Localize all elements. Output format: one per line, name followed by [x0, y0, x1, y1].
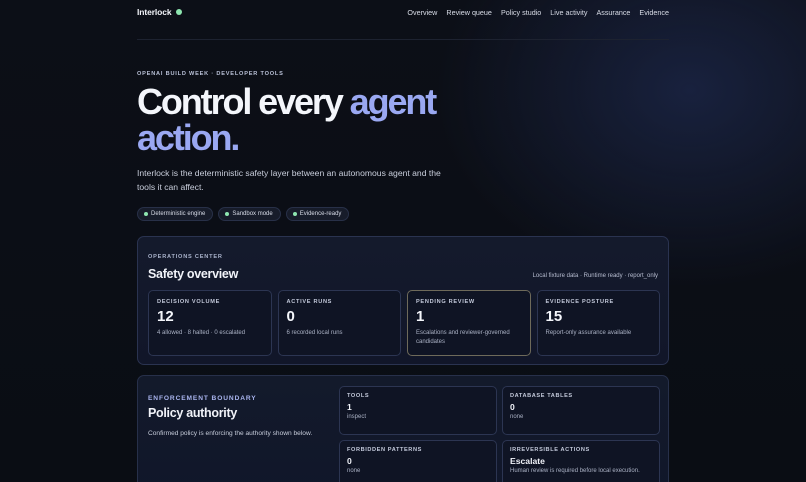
cell-sub: none	[510, 414, 524, 420]
policy-cell-irreversible-actions[interactable]: IRREVERSIBLE ACTIONS Escalate Human revi…	[502, 440, 660, 482]
nav-links: Overview Review queue Policy studio Live…	[398, 8, 669, 17]
stat-card-decision-volume[interactable]: DECISION VOLUME 12 4 allowed · 8 halted …	[148, 290, 272, 356]
hero-eyebrow: OPENAI BUILD WEEK · DEVELOPER TOOLS	[137, 71, 284, 77]
nav-item-live-activity[interactable]: Live activity	[550, 8, 587, 17]
policy-title: Policy authority	[148, 406, 237, 420]
hero-title-accent: agent	[349, 81, 438, 122]
cell-sub: inspect	[347, 414, 367, 420]
brand-name: Interlock	[137, 7, 172, 17]
brand-logo[interactable]: Interlock	[137, 7, 182, 17]
stats-row: DECISION VOLUME 12 4 allowed · 8 halted …	[148, 290, 660, 356]
stat-card-active-runs[interactable]: ACTIVE RUNS 0 6 recorded local runs	[277, 290, 401, 356]
stat-sub: Report-only assurance available	[545, 330, 632, 336]
stat-sub: 4 allowed · 8 halted · 0 escalated	[157, 330, 246, 336]
status-dot-icon	[292, 212, 297, 216]
operations-title: Safety overview	[148, 267, 238, 281]
cell-label: DATABASE TABLES	[510, 393, 573, 399]
stat-value: 12	[157, 308, 174, 325]
stat-value: 1	[416, 308, 425, 325]
policy-cell-forbidden-patterns[interactable]: FORBIDDEN PATTERNS 0 none	[339, 440, 497, 482]
cell-label: TOOLS	[347, 393, 370, 399]
policy-cell-database-tables[interactable]: DATABASE TABLES 0 none	[502, 386, 660, 435]
policy-cell-tools[interactable]: TOOLS 1 inspect	[339, 386, 497, 435]
top-nav: Interlock Overview Review queue Policy s…	[137, 0, 669, 40]
pill-label: Evidence-ready	[299, 211, 342, 217]
stat-label: EVIDENCE POSTURE	[545, 299, 614, 305]
stat-value: 15	[545, 308, 563, 325]
policy-panel: ENFORCEMENT BOUNDARY Policy authority Co…	[137, 375, 669, 482]
cell-label: IRREVERSIBLE ACTIONS	[510, 447, 590, 453]
pill-evidence-ready: Evidence-ready	[285, 207, 350, 221]
stat-sub: Escalations and reviewer-governed candid…	[416, 330, 510, 345]
nav-item-assurance[interactable]: Assurance	[596, 8, 630, 17]
cell-value: 0	[347, 456, 352, 466]
operations-panel: OPERATIONS CENTER Safety overview Local …	[137, 236, 669, 365]
stat-sub: 6 recorded local runs	[286, 330, 343, 336]
status-dot-icon	[175, 9, 182, 15]
cell-value: Escalate	[510, 456, 545, 466]
nav-item-policy-studio[interactable]: Policy studio	[501, 8, 541, 17]
policy-grid: TOOLS 1 inspect DATABASE TABLES 0 none F…	[339, 386, 660, 482]
nav-item-overview[interactable]: Overview	[407, 8, 437, 17]
pill-deterministic-engine: Deterministic engine	[137, 207, 214, 221]
nav-item-evidence[interactable]: Evidence	[639, 8, 669, 17]
stat-card-pending-review[interactable]: PENDING REVIEW 1 Escalations and reviewe…	[407, 290, 531, 356]
policy-description: Confirmed policy is enforcing the author…	[148, 430, 313, 437]
status-dot-icon	[144, 212, 148, 216]
pill-label: Sandbox mode	[232, 211, 273, 217]
hero-title: Control every agent action.	[137, 84, 457, 156]
pill-label: Deterministic engine	[151, 211, 206, 217]
hero-title-plain: Control every	[137, 81, 350, 122]
stat-card-evidence-posture[interactable]: EVIDENCE POSTURE 15 Report-only assuranc…	[536, 290, 660, 356]
stat-value: 0	[286, 308, 295, 325]
stat-label: DECISION VOLUME	[157, 299, 221, 305]
pill-sandbox-mode: Sandbox mode	[218, 207, 281, 221]
runtime-status: Local fixture data · Runtime ready · rep…	[532, 273, 658, 279]
stat-label: ACTIVE RUNS	[286, 299, 333, 305]
policy-eyebrow: ENFORCEMENT BOUNDARY	[148, 395, 257, 402]
feature-pills: Deterministic engine Sandbox mode Eviden…	[137, 207, 350, 221]
cell-value: 1	[347, 402, 352, 412]
nav-item-review-queue[interactable]: Review queue	[446, 8, 492, 17]
hero-title-accent-2: action.	[137, 117, 240, 158]
cell-value: 0	[510, 402, 515, 412]
cell-sub: Human review is required before local ex…	[510, 468, 640, 474]
status-dot-icon	[225, 212, 230, 216]
operations-eyebrow: OPERATIONS CENTER	[148, 254, 223, 260]
stat-label: PENDING REVIEW	[416, 299, 475, 305]
cell-sub: none	[347, 468, 361, 474]
cell-label: FORBIDDEN PATTERNS	[347, 447, 422, 453]
hero-lead: Interlock is the deterministic safety la…	[137, 168, 441, 192]
